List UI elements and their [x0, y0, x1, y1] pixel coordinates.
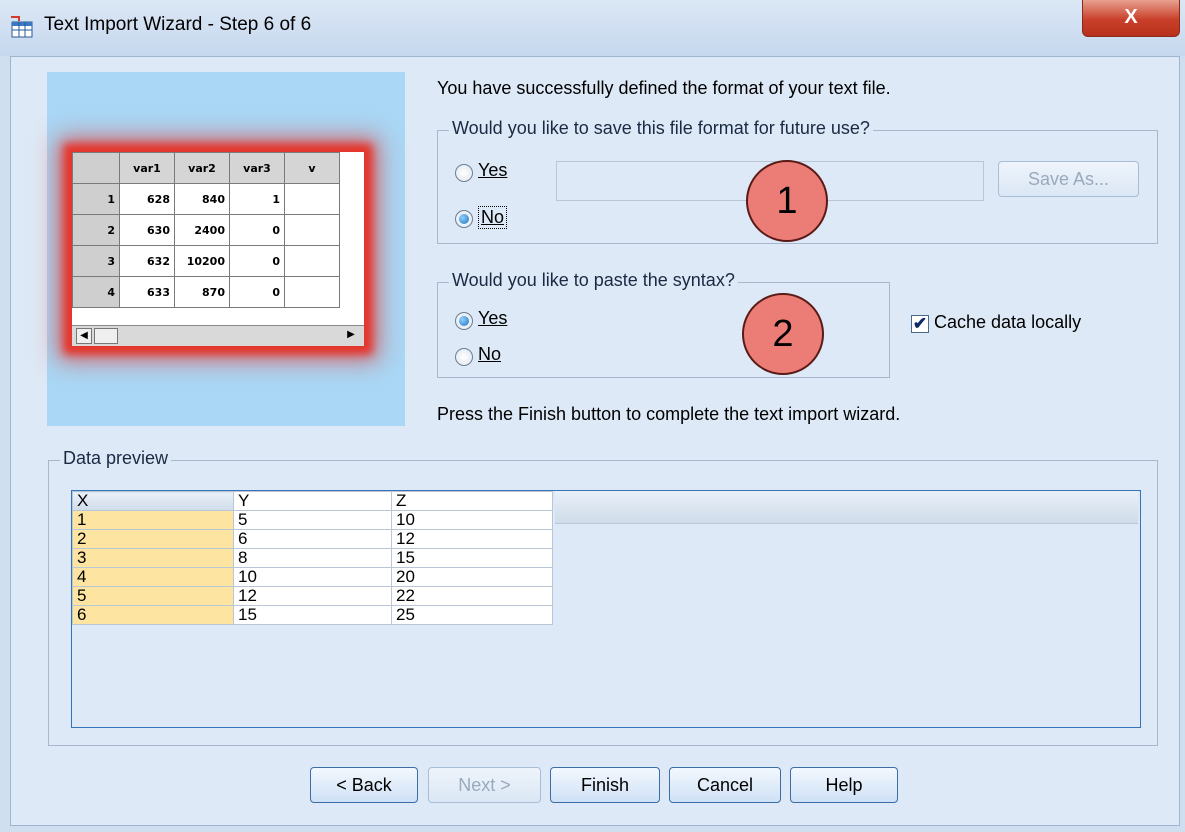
table-import-icon — [11, 16, 33, 38]
table-cell: 5 — [72, 586, 234, 606]
column-header[interactable]: Y — [233, 491, 392, 511]
illustration-grid: var1 var2 var3 v 1 628 840 1 2 630 2400 0 3 632 10200 0… — [72, 152, 340, 308]
scroll-left-icon: ◀ — [76, 328, 92, 344]
illustration-row-header: 3 — [72, 245, 120, 277]
illustration-cell: 2400 — [174, 214, 230, 246]
paste-syntax-yes-radio[interactable] — [455, 312, 473, 330]
cancel-button[interactable]: Cancel — [669, 767, 781, 803]
table-cell: 15 — [233, 605, 392, 625]
illustration-cell: 870 — [174, 276, 230, 308]
back-button[interactable]: < Back — [310, 767, 418, 803]
data-preview-table: X Y Z 1 5 10 2 6 12 3 8 15 4 10 20 5 12 22 6 15 25 — [72, 491, 553, 625]
illustration-cell: 10200 — [174, 245, 230, 277]
illustration-cell: 0 — [229, 245, 285, 277]
illustration-cell — [284, 276, 340, 308]
illustration-cell — [284, 245, 340, 277]
paste-syntax-no-radio[interactable] — [455, 348, 473, 366]
table-cell: 10 — [391, 510, 553, 530]
illustration-cell: 0 — [229, 214, 285, 246]
table-row: 2 6 12 — [72, 529, 553, 549]
save-as-button[interactable]: Save As... — [998, 161, 1139, 197]
column-header[interactable]: X — [72, 491, 234, 511]
data-preview-header-filler — [555, 491, 1138, 524]
next-button[interactable]: Next > — [428, 767, 541, 803]
callout-2: 2 — [742, 293, 824, 375]
illustration-header-cell: var2 — [174, 152, 230, 184]
close-icon: X — [1124, 6, 1138, 28]
table-cell: 25 — [391, 605, 553, 625]
illustration-cell — [284, 214, 340, 246]
table-cell: 22 — [391, 586, 553, 606]
illustration-cell: 628 — [119, 183, 175, 215]
table-cell: 10 — [233, 567, 392, 587]
illustration-cell: 840 — [174, 183, 230, 215]
help-button[interactable]: Help — [790, 767, 898, 803]
table-cell: 5 — [233, 510, 392, 530]
wizard-illustration: var1 var2 var3 v 1 628 840 1 2 630 2400 0 3 632 10200 0… — [47, 72, 405, 426]
table-cell: 1 — [72, 510, 234, 530]
checkmark-icon: ✔ — [912, 314, 928, 333]
data-preview-grid[interactable]: X Y Z 1 5 10 2 6 12 3 8 15 4 10 20 5 12 22 6 15 25 — [71, 490, 1141, 728]
intro-text: You have successfully defined the format… — [437, 78, 891, 98]
cache-data-label[interactable]: Cache data locally — [934, 312, 1081, 333]
close-button[interactable]: X — [1082, 0, 1180, 37]
illustration-cell: 0 — [229, 276, 285, 308]
illustration-row-header: 1 — [72, 183, 120, 215]
scroll-thumb — [94, 328, 118, 344]
illustration-cell: 633 — [119, 276, 175, 308]
save-format-yes-radio[interactable] — [455, 164, 473, 182]
illustration-header-cell: v — [284, 152, 340, 184]
illustration-scrollbar: ◀ ▶ — [72, 325, 364, 346]
save-format-yes-label[interactable]: Yes — [478, 160, 507, 181]
title-bar: Text Import Wizard - Step 6 of 6 X — [0, 0, 1185, 56]
illustration-header-cell: var3 — [229, 152, 285, 184]
table-row: 6 15 25 — [72, 605, 553, 625]
finish-instruction-text: Press the Finish button to complete the … — [437, 404, 901, 424]
table-row: 3 8 15 — [72, 548, 553, 568]
table-cell: 3 — [72, 548, 234, 568]
table-cell: 20 — [391, 567, 553, 587]
paste-syntax-legend: Would you like to paste the syntax? — [449, 270, 738, 291]
finish-button[interactable]: Finish — [550, 767, 660, 803]
table-cell: 12 — [391, 529, 553, 549]
table-cell: 2 — [72, 529, 234, 549]
paste-syntax-yes-label[interactable]: Yes — [478, 308, 507, 329]
cache-data-checkbox[interactable]: ✔ — [911, 315, 929, 333]
table-cell: 6 — [72, 605, 234, 625]
save-format-no-label[interactable]: No — [478, 206, 508, 229]
data-preview-legend: Data preview — [60, 448, 172, 469]
illustration-row-header: 2 — [72, 214, 120, 246]
illustration-cell: 1 — [229, 183, 285, 215]
save-format-no-radio[interactable] — [455, 210, 473, 228]
illustration-header-cell — [72, 152, 120, 184]
illustration-header-cell: var1 — [119, 152, 175, 184]
table-cell: 4 — [72, 567, 234, 587]
table-row: 5 12 22 — [72, 586, 553, 606]
illustration-row-header: 4 — [72, 276, 120, 308]
save-format-legend: Would you like to save this file format … — [449, 118, 873, 139]
illustration-table: var1 var2 var3 v 1 628 840 1 2 630 2400 0 3 632 10200 0… — [72, 152, 364, 346]
table-cell: 6 — [233, 529, 392, 549]
window-title: Text Import Wizard - Step 6 of 6 — [44, 14, 312, 35]
table-cell: 12 — [233, 586, 392, 606]
table-cell: 15 — [391, 548, 553, 568]
scroll-right-icon: ▶ — [347, 329, 355, 340]
table-row: 4 10 20 — [72, 567, 553, 587]
illustration-cell: 630 — [119, 214, 175, 246]
callout-1: 1 — [746, 160, 828, 242]
table-row: 1 5 10 — [72, 510, 553, 530]
table-cell: 8 — [233, 548, 392, 568]
illustration-cell: 632 — [119, 245, 175, 277]
illustration-cell — [284, 183, 340, 215]
paste-syntax-no-label[interactable]: No — [478, 344, 501, 365]
column-header[interactable]: Z — [391, 491, 553, 511]
